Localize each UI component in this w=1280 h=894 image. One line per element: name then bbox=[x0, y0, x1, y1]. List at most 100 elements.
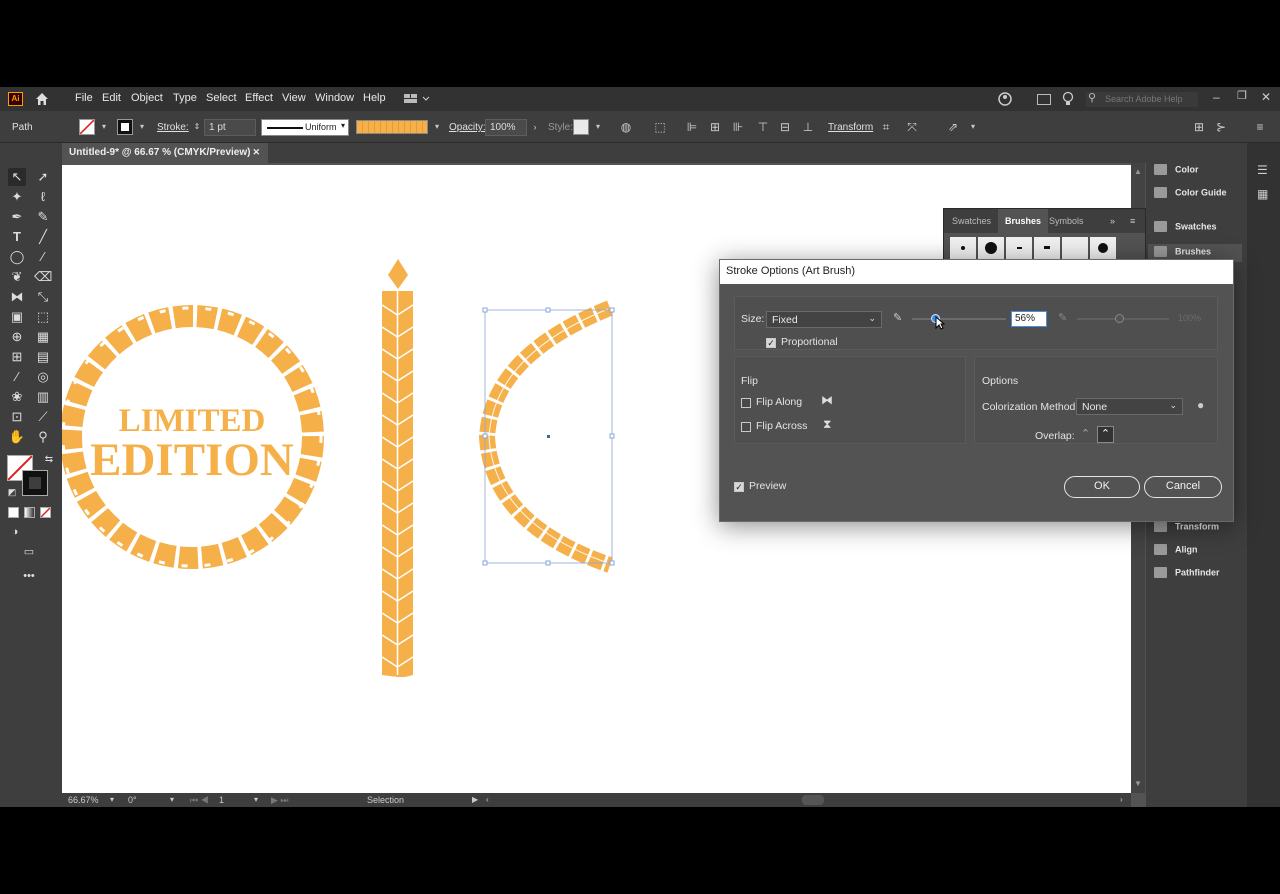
pen-tool-icon[interactable]: ✒ bbox=[8, 208, 26, 226]
chevron-down-icon[interactable]: ▾ bbox=[97, 120, 111, 134]
panel-menu-icon[interactable]: ≡ bbox=[1253, 120, 1267, 134]
align-left-icon[interactable]: ⊫ bbox=[685, 120, 699, 134]
horizontal-scroll-thumb[interactable] bbox=[802, 795, 824, 805]
brush-thumb[interactable] bbox=[978, 237, 1004, 259]
align-bottom-icon[interactable]: ⊥ bbox=[801, 120, 815, 134]
workspace-switcher-icon[interactable] bbox=[404, 94, 430, 104]
menu-effect[interactable]: Effect bbox=[245, 92, 273, 104]
dock-color-guide[interactable]: Color Guide bbox=[1154, 187, 1227, 203]
graphic-style-swatch[interactable] bbox=[573, 119, 589, 135]
artboard-select-icon[interactable]: ⬚ bbox=[34, 308, 52, 326]
dialog-title[interactable]: Stroke Options (Art Brush) bbox=[720, 260, 1233, 284]
draw-mode-icon[interactable]: ◑ bbox=[6, 523, 24, 541]
tab-symbols[interactable]: Symbols bbox=[1049, 216, 1084, 226]
panel-menu-icon[interactable]: ≡ bbox=[1130, 216, 1135, 226]
align-middle-icon[interactable]: ⊟ bbox=[778, 120, 792, 134]
scroll-down-icon[interactable]: ▼ bbox=[1134, 779, 1142, 788]
brush-thumb[interactable] bbox=[1006, 237, 1032, 259]
stroke-profile-select[interactable]: Uniform ▾ bbox=[261, 119, 349, 136]
menu-select[interactable]: Select bbox=[206, 92, 237, 104]
discover-icon[interactable] bbox=[998, 92, 1014, 106]
menu-type[interactable]: Type bbox=[173, 92, 197, 104]
home-icon[interactable] bbox=[34, 91, 50, 107]
laurel-strip[interactable] bbox=[382, 259, 413, 677]
blend-tool-icon[interactable]: ◎ bbox=[34, 368, 52, 386]
document-setup-icon[interactable]: ⊱ bbox=[1214, 120, 1228, 134]
puppet-warp-icon[interactable]: ⤧ bbox=[905, 120, 919, 134]
stroke-weight-field[interactable]: 1 pt bbox=[204, 119, 256, 136]
edition-text[interactable]: EDITION bbox=[86, 433, 298, 487]
artboard-tool-icon[interactable]: ⊡ bbox=[8, 408, 26, 426]
stroke-label[interactable]: Stroke: bbox=[157, 122, 189, 133]
close-tab-icon[interactable]: ✕ bbox=[252, 147, 260, 158]
menu-file[interactable]: File bbox=[75, 92, 93, 104]
document-tab[interactable]: Untitled-9* @ 66.67 % (CMYK/Preview) ✕ bbox=[62, 143, 268, 163]
artboard-nav-next-icon[interactable]: ▶ ⏭ bbox=[271, 795, 289, 806]
colorization-select[interactable]: None ⌄ bbox=[1076, 398, 1183, 415]
recolor-artwork-icon[interactable]: ◍ bbox=[619, 120, 633, 134]
overlap-no-adjust-icon[interactable]: ⌃ bbox=[1097, 426, 1114, 443]
minimize-icon[interactable]: – bbox=[1213, 90, 1220, 104]
chevron-right-icon[interactable]: › bbox=[528, 120, 542, 134]
chevron-down-icon[interactable]: ▾ bbox=[966, 120, 980, 134]
zoom-tool-icon[interactable]: ⚲ bbox=[34, 428, 52, 446]
size-slider-track[interactable] bbox=[912, 314, 1006, 323]
free-transform-icon[interactable]: ▣ bbox=[8, 308, 26, 326]
dock-pathfinder[interactable]: Pathfinder bbox=[1154, 567, 1220, 583]
line-tool-icon[interactable]: ╱ bbox=[34, 228, 52, 246]
symbol-sprayer-icon[interactable]: ❀ bbox=[8, 388, 26, 406]
arrange-icon[interactable]: ⊞ bbox=[1192, 120, 1206, 134]
shape-icon[interactable]: ⬚ bbox=[653, 120, 667, 134]
lasso-icon[interactable]: ℓ bbox=[34, 188, 52, 206]
gradient-tool-icon[interactable]: ▤ bbox=[34, 348, 52, 366]
align-center-icon[interactable]: ⊞ bbox=[708, 120, 722, 134]
brush-thumb[interactable] bbox=[1034, 237, 1060, 259]
flip-along-checkbox[interactable] bbox=[741, 398, 751, 408]
align-right-icon[interactable]: ⊪ bbox=[731, 120, 745, 134]
fill-swatch[interactable] bbox=[79, 119, 95, 135]
type-tool-icon[interactable]: T bbox=[8, 228, 26, 246]
dock-align[interactable]: Align bbox=[1154, 544, 1198, 560]
zoom-level[interactable]: 66.67% bbox=[68, 795, 99, 805]
perspective-grid-icon[interactable]: ▦ bbox=[34, 328, 52, 346]
chevron-down-icon[interactable]: ▾ bbox=[430, 120, 444, 134]
paintbrush-tool-icon[interactable]: ⁄ bbox=[34, 248, 52, 266]
dock-transform[interactable]: Transform bbox=[1154, 521, 1219, 537]
more-tools-icon[interactable]: ••• bbox=[20, 567, 38, 585]
chevron-right-icon[interactable]: ▶ bbox=[472, 795, 478, 804]
tab-brushes[interactable]: Brushes bbox=[998, 209, 1049, 233]
default-colors-icon[interactable]: ◩ bbox=[3, 483, 21, 501]
curvature-tool-icon[interactable]: ✎ bbox=[34, 208, 52, 226]
arrange-documents-icon[interactable] bbox=[1037, 94, 1051, 105]
scroll-up-icon[interactable]: ▲ bbox=[1134, 167, 1142, 176]
dock-swatches[interactable]: Swatches bbox=[1154, 221, 1217, 237]
menu-window[interactable]: Window bbox=[315, 92, 354, 104]
collapse-panel-icon[interactable]: » bbox=[1110, 216, 1115, 226]
swap-colors-icon[interactable]: ⇆ bbox=[40, 451, 58, 469]
eraser-tool-icon[interactable]: ⌫ bbox=[34, 268, 52, 286]
overlap-adjust-icon[interactable]: ⌃ bbox=[1077, 426, 1094, 443]
size-mode-select[interactable]: Fixed ⌄ bbox=[766, 311, 882, 328]
ok-button[interactable]: OK bbox=[1064, 476, 1140, 498]
menu-view[interactable]: View bbox=[282, 92, 306, 104]
direct-selection-tool-icon[interactable]: ➚ bbox=[34, 168, 52, 186]
tab-swatches[interactable]: Swatches bbox=[952, 216, 991, 226]
chevron-down-icon[interactable]: ▾ bbox=[110, 795, 114, 804]
none-mode-icon[interactable] bbox=[40, 507, 51, 518]
rotation-value[interactable]: 0° bbox=[128, 795, 137, 805]
lightbulb-icon[interactable] bbox=[1062, 91, 1074, 107]
dock-color[interactable]: Color bbox=[1154, 164, 1199, 180]
brush-definition-preview[interactable] bbox=[356, 120, 428, 134]
magic-wand-icon[interactable]: ✦ bbox=[8, 188, 26, 206]
properties-icon[interactable]: ☰ bbox=[1257, 163, 1268, 177]
chevron-down-icon[interactable]: ▾ bbox=[254, 795, 258, 804]
isolate-icon[interactable]: ⌗ bbox=[879, 120, 893, 134]
eyedropper-icon[interactable]: ⁄ bbox=[8, 368, 26, 386]
ellipse-tool-icon[interactable]: ◯ bbox=[8, 248, 26, 266]
stroke-color-box[interactable] bbox=[22, 470, 48, 496]
reflect-tool-icon[interactable]: ⧓ bbox=[8, 288, 26, 306]
color-mode-icon[interactable] bbox=[8, 507, 19, 518]
stepper-icon[interactable]: ⇕ bbox=[190, 120, 204, 134]
chevron-right-icon[interactable]: › bbox=[1120, 795, 1123, 804]
cancel-button[interactable]: Cancel bbox=[1144, 476, 1222, 498]
